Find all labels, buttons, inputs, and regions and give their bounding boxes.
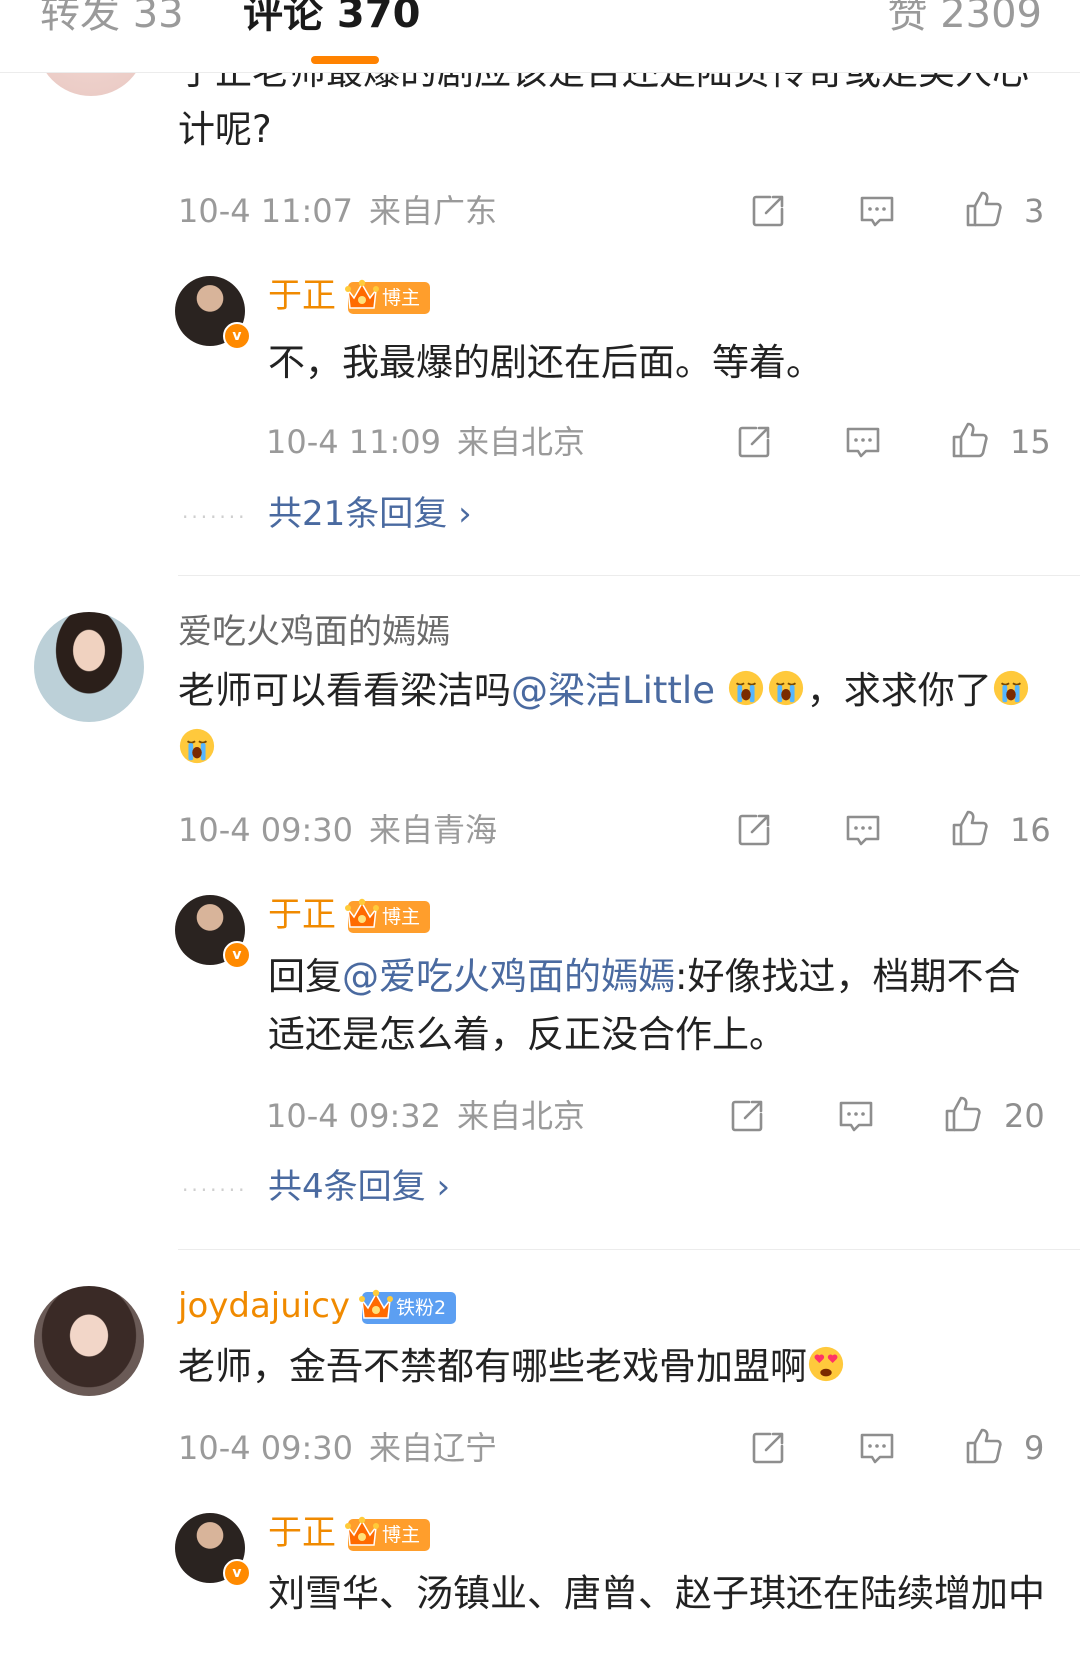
host-badge: 博主 — [348, 282, 431, 314]
comment-time: 10-4 11:07 — [178, 192, 354, 230]
verified-icon: v — [223, 322, 251, 350]
divider — [178, 1249, 1080, 1250]
tab-reposts[interactable]: 转发 33 — [40, 0, 184, 42]
tab-likes[interactable]: 赞 2309 — [887, 0, 1042, 42]
divider — [178, 575, 1080, 576]
comment-icon[interactable] — [857, 191, 897, 231]
comment-location: 来自辽宁 — [369, 1429, 498, 1467]
reply-text: 不，我最爆的剧还在后面。等着。 — [268, 341, 823, 384]
crying-emoji — [727, 669, 765, 707]
view-more-replies[interactable]: 共21条回复 › — [268, 492, 472, 536]
reply-location: 来自北京 — [457, 423, 586, 461]
thread-dots: ······· — [182, 505, 248, 529]
view-more-replies[interactable]: 共4条回复 › — [268, 1165, 450, 1209]
like-count: 16 — [1010, 811, 1051, 849]
reply-text: 刘雪华、汤镇业、唐曾、赵子琪还在陆续增加中 — [268, 1572, 1045, 1615]
crown-icon — [344, 1513, 380, 1553]
comment-location: 来自广东 — [369, 192, 498, 230]
reply-time: 10-4 11:09 — [266, 423, 442, 461]
tab-bar: 转发 33 评论 370 赞 2309 — [0, 0, 1080, 73]
like-count: 3 — [1024, 192, 1045, 230]
thread-dots: ······· — [182, 1178, 248, 1202]
reply-location: 来自北京 — [457, 1097, 586, 1135]
crying-emoji — [767, 669, 805, 707]
verified-icon: v — [223, 1559, 251, 1587]
verified-icon: v — [223, 941, 251, 969]
host-badge: 博主 — [348, 901, 431, 933]
comment-username[interactable]: joydajuicy 铁粉2 — [178, 1284, 457, 1328]
avatar[interactable] — [34, 1286, 144, 1396]
like-count: 15 — [1010, 423, 1051, 461]
comment-icon[interactable] — [843, 422, 883, 462]
share-icon[interactable] — [727, 1096, 767, 1136]
chevron-right-icon: › — [458, 494, 472, 534]
comment-icon[interactable] — [836, 1096, 876, 1136]
comment-icon[interactable] — [843, 810, 883, 850]
crown-icon — [344, 895, 380, 935]
reply-time: 10-4 09:32 — [266, 1097, 442, 1135]
comment-icon[interactable] — [857, 1428, 897, 1468]
like-icon[interactable] — [964, 1426, 1004, 1466]
host-badge: 博主 — [348, 1519, 431, 1551]
avatar[interactable] — [34, 612, 144, 722]
avatar[interactable]: v — [175, 276, 251, 350]
reply-meta: 10-4 09:32 来自北京 — [266, 1096, 585, 1136]
share-icon[interactable] — [748, 191, 788, 231]
comment-time: 10-4 09:30 — [178, 1429, 354, 1467]
chevron-right-icon: › — [436, 1167, 451, 1207]
crying-emoji — [992, 669, 1030, 707]
mention-link[interactable]: @梁洁Little — [511, 669, 715, 712]
share-icon[interactable] — [734, 422, 774, 462]
heart-eyes-emoji — [807, 1345, 845, 1383]
avatar[interactable]: v — [175, 895, 251, 969]
comment-meta: 10-4 09:30 来自青海 — [178, 810, 497, 850]
comment-text: 老师可以看看梁洁吗@梁洁Little ，求求你了 — [178, 662, 1058, 778]
comment-text: 老师，金吾不禁都有哪些老戏骨加盟啊 — [178, 1338, 1058, 1396]
comment-meta: 10-4 11:07 来自广东 — [178, 191, 497, 231]
crying-emoji — [178, 727, 216, 765]
like-icon[interactable] — [943, 1094, 983, 1134]
active-tab-indicator — [311, 56, 379, 64]
reply-username[interactable]: 于正 博主 — [268, 274, 431, 318]
share-icon[interactable] — [734, 810, 774, 850]
reply-text: 回复@爱吃火鸡面的嫣嫣:好像找过，档期不合适还是怎么着，反正没合作上。 — [268, 955, 1021, 1056]
crown-icon — [344, 276, 380, 316]
comment-time: 10-4 09:30 — [178, 811, 354, 849]
comment-meta: 10-4 09:30 来自辽宁 — [178, 1428, 497, 1468]
tab-comments[interactable]: 评论 370 — [243, 0, 420, 42]
crown-icon — [358, 1286, 394, 1326]
like-count: 20 — [1004, 1097, 1045, 1135]
like-count: 9 — [1024, 1429, 1045, 1467]
like-icon[interactable] — [964, 189, 1004, 229]
reply-meta: 10-4 11:09 来自北京 — [266, 422, 585, 462]
reply-username[interactable]: 于正 博主 — [268, 1511, 431, 1555]
share-icon[interactable] — [748, 1428, 788, 1468]
comment-location: 来自青海 — [369, 811, 498, 849]
mention-link[interactable]: @爱吃火鸡面的嫣嫣 — [342, 955, 675, 998]
avatar[interactable]: v — [175, 1513, 251, 1587]
like-icon[interactable] — [950, 420, 990, 460]
reply-username[interactable]: 于正 博主 — [268, 893, 431, 937]
like-icon[interactable] — [950, 808, 990, 848]
comment-username[interactable]: 爱吃火鸡面的嫣嫣 — [178, 610, 450, 654]
fan-badge: 铁粉2 — [362, 1292, 457, 1324]
